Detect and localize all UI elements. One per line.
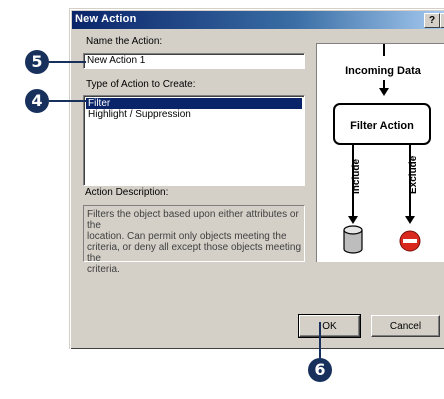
description-line: Filters the object based upon either att… bbox=[87, 209, 299, 231]
list-item-filter[interactable]: Filter bbox=[86, 98, 302, 109]
help-button[interactable]: ? bbox=[424, 13, 440, 28]
description-line: criteria, or deny all except those objec… bbox=[87, 242, 301, 264]
description-label: Action Description: bbox=[85, 187, 169, 198]
title-bar[interactable]: New Action ? bbox=[72, 11, 444, 29]
ok-button[interactable]: OK bbox=[298, 314, 361, 338]
new-action-dialog: New Action ? Name the Action: New Action… bbox=[69, 8, 444, 349]
exclude-label: Exclude bbox=[408, 155, 419, 194]
cancel-button[interactable]: Cancel bbox=[371, 315, 440, 337]
filter-action-label: Filter Action bbox=[350, 120, 414, 132]
name-label: Name the Action: bbox=[86, 36, 163, 47]
no-entry-icon bbox=[399, 230, 421, 252]
list-item-highlight-suppression[interactable]: Highlight / Suppression bbox=[86, 109, 302, 120]
close-button[interactable] bbox=[440, 13, 444, 28]
action-description: Filters the object based upon either att… bbox=[83, 205, 305, 275]
action-name-input[interactable]: New Action 1 bbox=[83, 53, 305, 69]
callout-5: 5 bbox=[25, 50, 49, 74]
callout-4: 4 bbox=[25, 89, 49, 113]
action-diagram: Incoming Data Filter Action Include Excl… bbox=[316, 43, 444, 262]
include-label: Include bbox=[351, 159, 362, 194]
action-type-list[interactable]: Filter Highlight / Suppression bbox=[83, 95, 305, 186]
description-line: location. Can permit only objects meetin… bbox=[87, 231, 287, 242]
callout-6: 6 bbox=[308, 358, 332, 382]
type-label: Type of Action to Create: bbox=[86, 79, 196, 90]
down-arrow-icon bbox=[379, 88, 389, 96]
filter-diagram: Incoming Data Filter Action Include Excl… bbox=[333, 44, 431, 254]
description-line: criteria. bbox=[87, 264, 120, 275]
exclude-arrow-icon bbox=[405, 216, 415, 224]
database-icon bbox=[343, 225, 363, 254]
incoming-data-label: Incoming Data bbox=[345, 65, 422, 77]
dialog-title: New Action bbox=[75, 13, 137, 25]
include-arrow-icon bbox=[348, 216, 358, 224]
